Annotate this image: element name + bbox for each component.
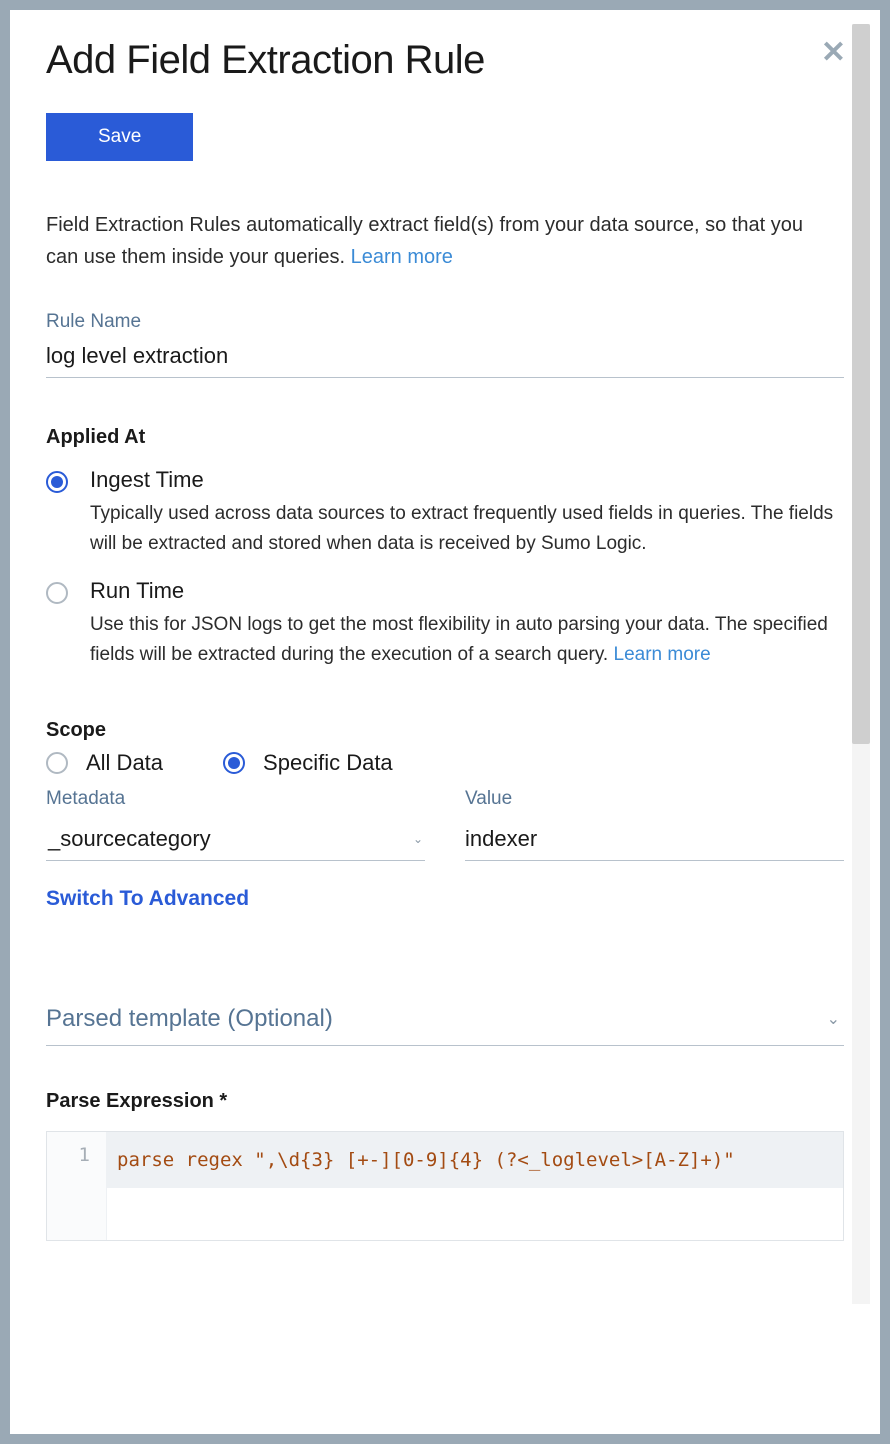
applied-at-option-ingest[interactable]: Ingest Time Typically used across data s… [46,467,844,560]
line-number: 1 [47,1144,90,1166]
chevron-down-icon: ⌄ [413,832,423,846]
intro-description: Field Extraction Rules automatically ext… [46,209,826,273]
scrollbar[interactable] [852,24,870,1304]
radio-icon[interactable] [223,752,245,774]
save-button[interactable]: Save [46,113,193,161]
radio-icon[interactable] [46,471,68,493]
radio-icon[interactable] [46,582,68,604]
scope-heading: Scope [46,719,844,742]
applied-at-option-runtime[interactable]: Run Time Use this for JSON logs to get t… [46,578,844,671]
line-gutter: 1 [47,1132,107,1240]
parse-expression-editor[interactable]: 1 parse regex ",\d{3} [+-][0-9]{4} (?<_l… [46,1131,844,1241]
scope-option-specific[interactable]: Specific Data [223,750,393,776]
parsed-template-label: Parsed template (Optional) [46,1005,333,1033]
scope-label: Specific Data [263,750,393,776]
radio-icon[interactable] [46,752,68,774]
scrollbar-thumb[interactable] [852,24,870,744]
radio-desc: Use this for JSON logs to get the most f… [90,610,844,671]
close-icon[interactable]: ✕ [821,38,846,68]
metadata-value: _sourcecategory [48,826,211,852]
value-input[interactable] [465,816,844,861]
page-title: Add Field Extraction Rule [46,38,844,83]
learn-more-link[interactable]: Learn more [351,246,453,268]
scope-label: All Data [86,750,163,776]
applied-at-heading: Applied At [46,426,844,449]
code-line[interactable]: parse regex ",\d{3} [+-][0-9]{4} (?<_log… [107,1132,843,1188]
value-label: Value [465,788,844,810]
scope-option-all[interactable]: All Data [46,750,163,776]
parsed-template-toggle[interactable]: Parsed template (Optional) ⌄ [46,993,844,1046]
radio-desc: Typically used across data sources to ex… [90,499,844,560]
metadata-label: Metadata [46,788,425,810]
chevron-down-icon: ⌄ [827,1009,840,1029]
parse-expression-label: Parse Expression * [46,1090,844,1113]
metadata-select[interactable]: _sourcecategory ⌄ [46,816,425,861]
add-fer-modal: Add Field Extraction Rule ✕ Save Field E… [10,10,880,1434]
radio-title: Run Time [90,578,844,604]
radio-title: Ingest Time [90,467,844,493]
rule-name-input[interactable] [46,333,844,378]
learn-more-link[interactable]: Learn more [614,644,711,665]
switch-advanced-link[interactable]: Switch To Advanced [46,887,249,911]
rule-name-label: Rule Name [46,311,844,333]
